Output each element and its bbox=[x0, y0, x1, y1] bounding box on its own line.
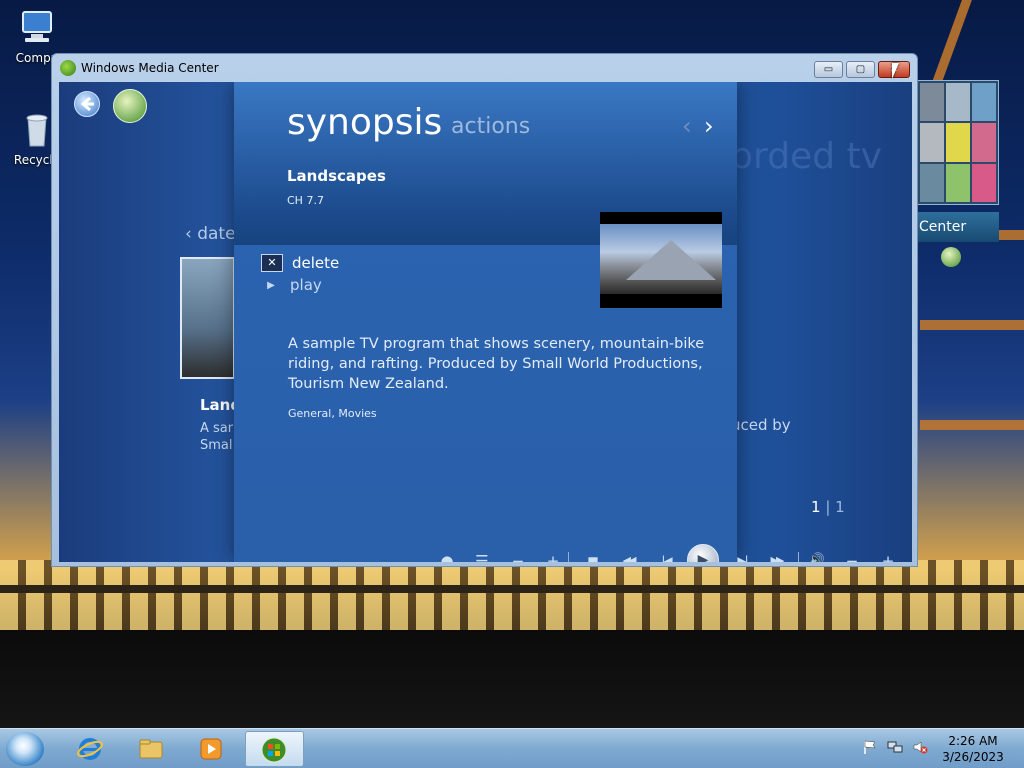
wallpaper-beam bbox=[920, 420, 1024, 430]
gadget-tile bbox=[946, 163, 970, 202]
taskbar-media-player[interactable] bbox=[185, 731, 237, 767]
tab-actions[interactable]: actions bbox=[451, 114, 530, 139]
recording-thumbnail[interactable] bbox=[180, 257, 235, 379]
stop-icon[interactable]: ■ bbox=[583, 551, 603, 562]
network-icon[interactable] bbox=[887, 739, 903, 755]
clock-date: 3/26/2023 bbox=[942, 750, 1004, 764]
maximize-button[interactable]: ▢ bbox=[846, 61, 875, 78]
gadget-tile bbox=[972, 163, 996, 202]
media-center-icon bbox=[261, 737, 287, 763]
back-arrow-icon[interactable] bbox=[74, 91, 100, 117]
gadget-tile bbox=[972, 83, 996, 122]
media-player-icon bbox=[200, 738, 222, 760]
action-label: play bbox=[290, 276, 322, 294]
delete-action[interactable]: ✕ delete bbox=[261, 254, 339, 272]
media-center-window: Windows Media Center ▭ ▢ ✕ ‹ date Land A… bbox=[51, 53, 918, 567]
program-title: Landscapes bbox=[287, 167, 386, 185]
gadget-tile bbox=[920, 163, 944, 202]
gadget-tile bbox=[946, 123, 970, 162]
internet-explorer-icon bbox=[77, 738, 103, 760]
chevron-right-icon[interactable]: › bbox=[704, 112, 726, 140]
thumbnail-mountain bbox=[626, 240, 716, 280]
sort-label: date bbox=[197, 224, 236, 244]
play-triangle-icon: ▶ bbox=[267, 279, 275, 291]
volume-up-icon[interactable]: + bbox=[878, 551, 898, 562]
wallpaper-bridge bbox=[0, 560, 1024, 630]
computer-icon bbox=[22, 11, 52, 42]
channel-down-icon[interactable]: − bbox=[508, 551, 528, 562]
fast-forward-icon[interactable]: ▶▶ bbox=[763, 551, 789, 562]
channel-up-icon[interactable]: + bbox=[543, 551, 563, 562]
sort-by-date-link[interactable]: ‹ date bbox=[185, 224, 236, 244]
media-center-gadget[interactable] bbox=[917, 80, 999, 205]
wallpaper-road bbox=[0, 630, 1024, 728]
program-description: A sample TV program that shows scenery, … bbox=[288, 336, 705, 392]
skip-back-icon[interactable]: |◀ bbox=[654, 551, 678, 562]
page-indicator: 1 | 1 bbox=[811, 498, 845, 516]
taskbar-internet-explorer[interactable] bbox=[64, 731, 116, 767]
page-total: 1 bbox=[835, 498, 845, 516]
window-title: Windows Media Center bbox=[81, 61, 219, 75]
program-channel: CH 7.7 bbox=[287, 194, 324, 207]
gadget-label[interactable]: Center bbox=[917, 212, 999, 267]
minimize-button[interactable]: ▭ bbox=[814, 61, 843, 78]
delete-x-icon: ✕ bbox=[261, 254, 283, 272]
page-separator: | bbox=[825, 498, 831, 516]
control-divider bbox=[568, 552, 569, 562]
taskbar-windows-explorer[interactable] bbox=[125, 731, 177, 767]
volume-down-icon[interactable]: − bbox=[842, 551, 862, 562]
folder-icon bbox=[139, 739, 163, 759]
details-pager: ‹ › bbox=[682, 112, 726, 140]
skip-forward-icon[interactable]: ▶| bbox=[730, 551, 754, 562]
windows-start-orb-icon[interactable] bbox=[113, 89, 147, 123]
guide-icon[interactable]: ☰ bbox=[472, 551, 492, 562]
program-details-panel: synopsis actions ‹ › Landscapes CH 7.7 ✕ … bbox=[234, 82, 737, 562]
system-tray bbox=[862, 739, 928, 755]
gadget-tile bbox=[972, 123, 996, 162]
recorded-tv-heading: orded tv bbox=[731, 136, 882, 177]
taskbar-clock[interactable]: 2:26 AM 3/26/2023 bbox=[938, 733, 1008, 765]
play-action[interactable]: ▶ play bbox=[261, 276, 322, 294]
mute-icon[interactable]: 🔊 bbox=[806, 551, 828, 562]
wallpaper-beam bbox=[920, 320, 1024, 330]
taskbar: 2:26 AM 3/26/2023 bbox=[0, 728, 1024, 768]
background-desc-fragment: uced by bbox=[731, 416, 791, 434]
volume-muted-icon[interactable] bbox=[912, 739, 928, 755]
taskbar-media-center[interactable] bbox=[245, 731, 304, 767]
media-center-app-icon bbox=[60, 60, 76, 76]
recording-desc-line: A sar bbox=[200, 421, 234, 436]
program-genres: General, Movies bbox=[288, 407, 377, 420]
mouse-cursor bbox=[892, 63, 906, 79]
window-titlebar[interactable]: Windows Media Center ▭ ▢ ✕ bbox=[52, 54, 917, 82]
action-label: delete bbox=[292, 254, 340, 272]
tab-synopsis[interactable]: synopsis bbox=[287, 102, 442, 143]
start-button[interactable] bbox=[6, 732, 44, 766]
action-center-flag-icon[interactable] bbox=[862, 739, 878, 755]
windows-logo-icon bbox=[941, 247, 961, 267]
control-divider bbox=[798, 552, 799, 562]
program-thumbnail bbox=[600, 212, 722, 308]
media-center-client-area: ‹ date Land A sar Smal orded tv uced by … bbox=[59, 82, 912, 562]
gadget-tile bbox=[946, 83, 970, 122]
chevron-left-icon[interactable]: ‹ bbox=[682, 112, 704, 140]
clock-time: 2:26 AM bbox=[948, 734, 998, 748]
gadget-tile bbox=[920, 123, 944, 162]
rewind-icon[interactable]: ◀◀ bbox=[615, 551, 641, 562]
recording-desc-line: Smal bbox=[200, 438, 233, 453]
gadget-label-text: Center bbox=[919, 219, 967, 235]
gadget-tile bbox=[920, 83, 944, 122]
record-icon[interactable]: ● bbox=[437, 551, 457, 562]
page-current: 1 bbox=[811, 498, 821, 516]
wallpaper-rail bbox=[0, 585, 1024, 593]
